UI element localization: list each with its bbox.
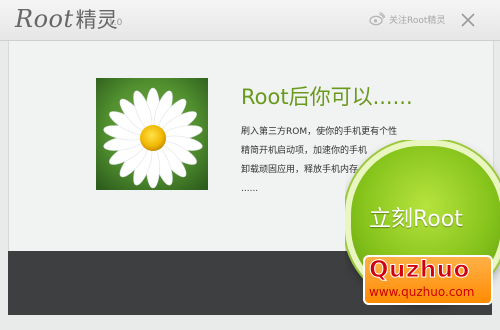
app-version: 1.0 — [108, 18, 123, 28]
app-name-en: Root — [15, 5, 74, 33]
title-bar: Root精灵 1.0 关注Root精灵 — [0, 0, 500, 41]
daisy-image — [96, 78, 208, 190]
page-headline: Root后你可以...... — [241, 85, 413, 109]
watermark-title: Quzhuo — [369, 257, 470, 284]
weibo-icon — [369, 12, 385, 26]
app-logo: Root精灵 — [15, 4, 118, 34]
close-icon[interactable] — [459, 11, 477, 29]
follow-link[interactable]: 关注Root精灵 — [369, 12, 445, 26]
app-window: Root精灵 1.0 关注Root精灵 Root后你可以...... 刷入第三方… — [0, 0, 500, 315]
watermark-logo: Quzhuo www.quzhuo.com — [363, 255, 493, 305]
follow-label: 关注Root精灵 — [389, 15, 446, 26]
root-now-label: 立刻Root — [369, 207, 463, 232]
watermark-url: www.quzhuo.com — [369, 285, 475, 299]
